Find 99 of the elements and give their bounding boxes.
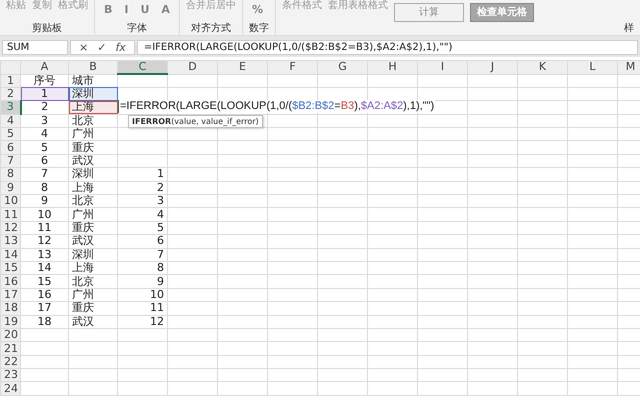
table-cell: 16 xyxy=(20,288,68,302)
table-cell: 深圳 xyxy=(68,168,118,182)
column-header[interactable]: E xyxy=(218,60,268,74)
row-header[interactable]: 5 xyxy=(0,128,20,141)
column-header[interactable]: M xyxy=(618,60,640,74)
row-header[interactable]: 18 xyxy=(0,302,20,316)
table-cell: 2 xyxy=(118,181,168,195)
table-cell: 10 xyxy=(20,208,68,222)
row-header[interactable]: 14 xyxy=(0,248,20,262)
group-label: 字体 xyxy=(126,23,148,35)
table-cell: 北京 xyxy=(68,274,118,288)
row-header[interactable]: 8 xyxy=(0,168,20,182)
column-header[interactable]: K xyxy=(518,60,568,74)
table-cell: 上海 xyxy=(68,181,118,195)
row-header[interactable]: 4 xyxy=(0,114,20,128)
table-cell: 14 xyxy=(20,261,68,275)
function-tooltip: IFERROR(value, value_if_error) xyxy=(128,115,263,128)
table-cell: 8 xyxy=(20,181,68,195)
table-cell: 9 xyxy=(20,194,68,208)
table-cell: 重庆 xyxy=(68,140,118,154)
table-cell: 8 xyxy=(118,261,168,275)
table-cell: 4 xyxy=(118,208,168,222)
table-cell: 武汉 xyxy=(68,315,118,328)
group-label: 数字 xyxy=(248,23,269,35)
row-header[interactable]: 22 xyxy=(0,355,20,369)
table-cell: 深圳 xyxy=(68,248,118,262)
table-cell: 2 xyxy=(20,100,68,114)
column-header[interactable]: F xyxy=(268,60,318,74)
row-header[interactable]: 6 xyxy=(0,140,20,154)
table-cell: 17 xyxy=(20,302,68,316)
table-cell: 1 xyxy=(20,87,68,101)
table-cell: 3 xyxy=(20,114,68,128)
table-cell: 15 xyxy=(20,274,68,288)
table-cell: 广州 xyxy=(68,128,118,141)
row-header[interactable]: 15 xyxy=(0,261,20,275)
table-cell: 9 xyxy=(118,274,168,288)
table-cell: 3 xyxy=(118,194,168,208)
column-header[interactable]: D xyxy=(168,60,218,74)
table-cell: 11 xyxy=(118,302,168,316)
formula-input[interactable]: =IFERROR(LARGE(LOOKUP(1,0/($B2:B$2=B3),$A2:A$2),1),"") xyxy=(136,40,638,55)
table-cell: 4 xyxy=(20,128,68,141)
row-header[interactable]: 21 xyxy=(0,342,20,356)
table-cell: 6 xyxy=(118,234,168,248)
row-header[interactable]: 24 xyxy=(0,382,20,396)
column-header[interactable]: C xyxy=(118,60,168,74)
column-header[interactable]: B xyxy=(68,60,118,74)
row-header[interactable]: 2 xyxy=(0,87,20,101)
column-header[interactable]: L xyxy=(568,60,618,74)
name-box[interactable]: SUM xyxy=(2,40,68,55)
column-header[interactable]: I xyxy=(418,60,468,74)
table-cell: 1 xyxy=(118,168,168,182)
row-header[interactable]: 19 xyxy=(0,315,20,328)
table-cell: 重庆 xyxy=(68,302,118,316)
row-header[interactable]: 13 xyxy=(0,234,20,248)
table-cell: 深圳 xyxy=(68,87,118,101)
column-header[interactable]: A xyxy=(20,60,68,74)
table-cell: 北京 xyxy=(68,114,118,128)
row-header[interactable]: 16 xyxy=(0,274,20,288)
row-header[interactable]: 17 xyxy=(0,288,20,302)
table-cell: 13 xyxy=(20,248,68,262)
row-header[interactable]: 1 xyxy=(0,74,20,88)
column-header[interactable]: G xyxy=(318,60,368,74)
group-label: 对齐方式 xyxy=(190,23,232,35)
cell-formula-editor[interactable]: =IFERROR(LARGE(LOOKUP(1,0/($B2:B$2=B3),$A2:A$2),1),"") xyxy=(118,100,436,114)
table-cell: 重庆 xyxy=(68,221,118,235)
table-cell: 12 xyxy=(20,234,68,248)
table-cell: 6 xyxy=(20,154,68,168)
row-header[interactable]: 20 xyxy=(0,328,20,342)
row-header[interactable]: 11 xyxy=(0,208,20,222)
table-cell: 5 xyxy=(118,221,168,235)
table-cell: 5 xyxy=(20,140,68,154)
table-cell: 7 xyxy=(20,168,68,182)
column-header[interactable]: H xyxy=(368,60,418,74)
select-all-corner[interactable] xyxy=(0,60,20,74)
table-cell: 11 xyxy=(20,221,68,235)
table-cell: 12 xyxy=(118,315,168,328)
row-header[interactable]: 12 xyxy=(0,221,20,235)
row-header[interactable]: 10 xyxy=(0,194,20,208)
group-label: 样 xyxy=(623,23,634,35)
table-cell: 10 xyxy=(118,288,168,302)
table-cell: 7 xyxy=(118,248,168,262)
table-cell: 武汉 xyxy=(68,234,118,248)
row-header[interactable]: 3 xyxy=(0,100,20,114)
table-cell: 18 xyxy=(20,315,68,328)
row-header[interactable]: 9 xyxy=(0,181,20,195)
column-header[interactable]: J xyxy=(468,60,518,74)
insert-function-button[interactable]: fx xyxy=(115,41,126,54)
table-cell: 武汉 xyxy=(68,154,118,168)
cancel-button[interactable]: × xyxy=(79,41,88,54)
row-header[interactable]: 7 xyxy=(0,154,20,168)
table-cell: 广州 xyxy=(68,288,118,302)
table-cell: 广州 xyxy=(68,208,118,222)
table-cell: 上海 xyxy=(68,261,118,275)
row-header[interactable]: 23 xyxy=(0,368,20,382)
table-cell: 序号 xyxy=(20,74,68,88)
table-cell: 城市 xyxy=(68,74,118,88)
table-cell: 北京 xyxy=(68,194,118,208)
group-label: 剪贴板 xyxy=(31,23,63,35)
enter-button[interactable]: ✓ xyxy=(97,41,106,54)
